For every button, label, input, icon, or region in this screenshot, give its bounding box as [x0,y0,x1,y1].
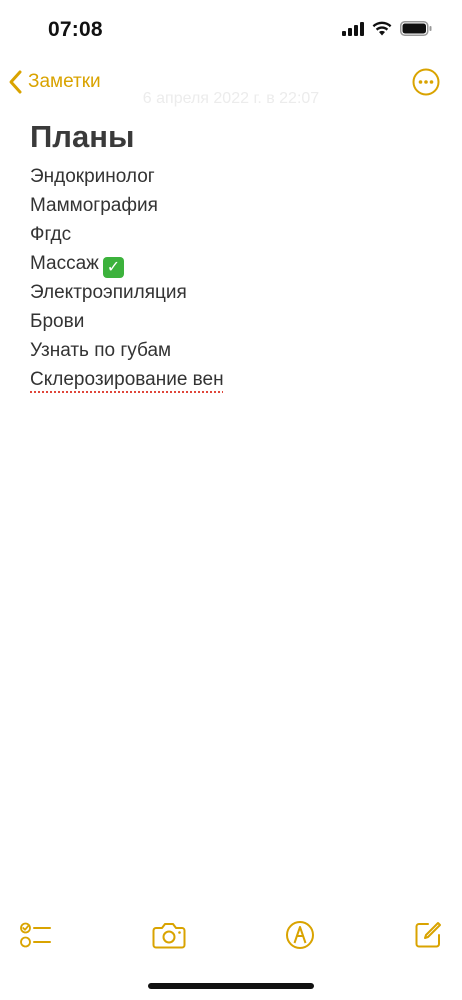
note-title[interactable]: Планы [30,118,430,156]
markup-pen-icon [286,921,314,949]
compose-icon [415,922,441,948]
markup-button[interactable] [283,918,317,952]
more-button[interactable] [412,68,440,96]
spellcheck-underlined-text[interactable]: Склерозирование вен [30,369,224,390]
note-line-text: Массаж [30,253,99,274]
note-line[interactable]: Брови [30,307,430,336]
checklist-button[interactable] [19,918,53,952]
note-line[interactable]: Электроэпиляция [30,278,430,307]
check-mark-emoji-icon: ✓ [102,257,124,278]
note-body[interactable]: Планы Эндокринолог Маммография Фгдс Масс… [30,118,430,394]
status-icons [342,21,432,36]
note-line[interactable]: Эндокринолог [30,162,430,191]
wifi-icon [372,21,392,36]
note-line-misspelled[interactable]: Склерозирование вен [30,365,430,394]
compose-button[interactable] [411,918,445,952]
status-time: 07:08 [48,18,103,41]
note-line[interactable]: Маммография [30,191,430,220]
note-date: 6 апреля 2022 г. в 22:07 [142,90,320,107]
bottom-toolbar [0,912,462,958]
battery-icon [400,21,432,36]
camera-button[interactable] [152,918,186,952]
ellipsis-circle-icon [412,68,440,96]
note-line[interactable]: Фгдс [30,220,430,249]
camera-icon [152,923,186,949]
note-lines: Эндокринолог Маммография Фгдс Массаж ✓ Эл… [30,162,430,394]
nav-bar: Заметки 6 апреля 2022 г. в 22:07 [0,64,462,107]
note-line[interactable]: Узнать по губам [30,336,430,365]
status-bar: 07:08 [0,0,462,58]
note-line-massage[interactable]: Массаж ✓ [30,249,430,278]
home-indicator[interactable] [148,983,314,989]
checklist-icon [20,922,51,948]
cellular-signal-icon [342,21,364,36]
